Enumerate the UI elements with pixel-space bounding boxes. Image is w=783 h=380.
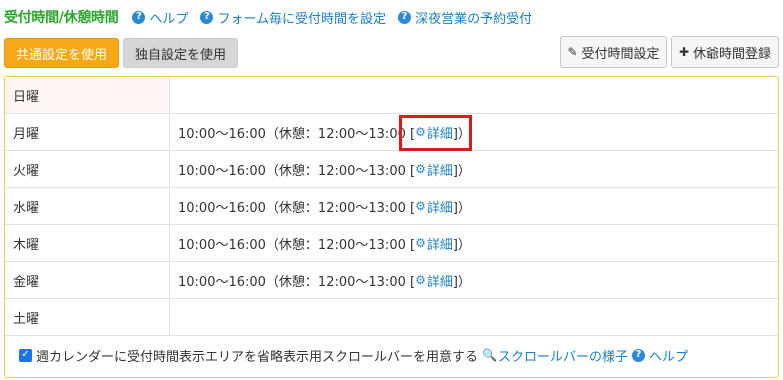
- scrollbar-preview-label: スクロールバーの様子: [497, 349, 628, 365]
- schedule-table: 日曜 月曜 10:00～16:00（休憩：12:00～13:00 [⚙ 詳細]） …: [5, 77, 778, 336]
- schedule-cell: 10:00～16:00（休憩：12:00～13:00 [⚙ 詳細]）: [170, 188, 778, 224]
- per-form-time-link-label: フォーム毎に受付時間を設定: [217, 11, 387, 27]
- help-circle-icon: ?: [200, 10, 214, 24]
- reception-time-settings-button[interactable]: ✎ 受付時間設定: [560, 36, 667, 68]
- schedule-text: 10:00～16:00（休憩：12:00～13:00 [: [178, 200, 416, 216]
- table-row: 火曜 10:00～16:00（休憩：12:00～13:00 [⚙ 詳細]）: [5, 151, 778, 188]
- footer-help-link[interactable]: ? ヘルプ: [631, 346, 688, 365]
- page-header: 受付時間/休憩時間 ? ヘルプ ? フォーム毎に受付時間を設定 ? 深夜営業の予約受付: [4, 6, 544, 28]
- late-night-link[interactable]: ? 深夜営業の予約受付: [398, 8, 532, 27]
- schedule-suffix: ]）: [452, 274, 471, 290]
- scrollbar-option-label[interactable]: 週カレンダーに受付時間表示エリアを省略表示用スクロールバーを用意する: [36, 346, 478, 365]
- holiday-time-register-button[interactable]: ✚ 休爺時間登録: [671, 36, 779, 68]
- help-link[interactable]: ? ヘルプ: [132, 8, 188, 27]
- detail-link-label: 詳細: [426, 200, 453, 216]
- schedule-suffix: ]）: [452, 237, 471, 253]
- detail-link[interactable]: ⚙ 詳細: [415, 197, 453, 216]
- table-row: 日曜: [5, 77, 778, 114]
- page-title: 受付時間/休憩時間: [4, 10, 119, 26]
- schedule-text: 10:00～16:00（休憩：12:00～13:00 [: [178, 237, 416, 253]
- help-circle-icon: ?: [631, 348, 645, 362]
- footer-help-label: ヘルプ: [648, 349, 688, 365]
- gear-icon: ⚙: [415, 162, 426, 176]
- help-circle-icon: ?: [398, 10, 412, 24]
- schedule-suffix: ]）: [452, 200, 471, 216]
- pencil-icon: ✎: [567, 45, 578, 59]
- highlight-box: [399, 115, 472, 151]
- schedule-text: 10:00～16:00（休憩：12:00～13:00 [: [178, 163, 416, 179]
- schedule-cell: [170, 299, 778, 335]
- day-label: 火曜: [5, 151, 170, 187]
- schedule-panel: 日曜 月曜 10:00～16:00（休憩：12:00～13:00 [⚙ 詳細]） …: [4, 76, 779, 378]
- help-circle-icon: ?: [132, 10, 146, 24]
- detail-link[interactable]: ⚙ 詳細: [415, 160, 453, 179]
- table-row: 月曜 10:00～16:00（休憩：12:00～13:00 [⚙ 詳細]）: [5, 114, 778, 151]
- magnifier-icon: 🔍: [482, 348, 497, 362]
- schedule-suffix: ]）: [452, 163, 471, 179]
- table-row: 水曜 10:00～16:00（休憩：12:00～13:00 [⚙ 詳細]）: [5, 188, 778, 225]
- day-label: 土曜: [5, 299, 170, 335]
- schedule-text: 10:00～16:00（休憩：12:00～13:00 [: [178, 126, 416, 142]
- help-link-label: ヘルプ: [149, 11, 189, 27]
- options-footer: ✓ 週カレンダーに受付時間表示エリアを省略表示用スクロールバーを用意する 🔍 スク…: [19, 345, 688, 365]
- reception-time-settings-label: 受付時間設定: [581, 46, 660, 62]
- plus-icon: ✚: [678, 45, 690, 59]
- holiday-time-register-label: 休爺時間登録: [693, 46, 772, 62]
- gear-icon: ⚙: [415, 273, 426, 287]
- schedule-cell: 10:00～16:00（休憩：12:00～13:00 [⚙ 詳細]）: [170, 262, 778, 298]
- use-own-settings-button[interactable]: 独自設定を使用: [123, 38, 238, 68]
- day-label: 日曜: [5, 77, 170, 113]
- detail-link[interactable]: ⚙ 詳細: [415, 271, 453, 290]
- per-form-time-link[interactable]: ? フォーム毎に受付時間を設定: [200, 8, 386, 27]
- gear-icon: ⚙: [415, 199, 426, 213]
- late-night-link-label: 深夜営業の予約受付: [415, 11, 533, 27]
- table-row: 木曜 10:00～16:00（休憩：12:00～13:00 [⚙ 詳細]）: [5, 225, 778, 262]
- scrollbar-preview-link[interactable]: 🔍 スクロールバーの様子: [482, 346, 628, 365]
- detail-link-label: 詳細: [426, 237, 453, 253]
- schedule-cell: [170, 77, 778, 113]
- day-label: 月曜: [5, 114, 170, 150]
- gear-icon: ⚙: [415, 236, 426, 250]
- day-label: 水曜: [5, 188, 170, 224]
- schedule-cell: 10:00～16:00（休憩：12:00～13:00 [⚙ 詳細]）: [170, 114, 778, 150]
- table-row: 金曜 10:00～16:00（休憩：12:00～13:00 [⚙ 詳細]）: [5, 262, 778, 299]
- schedule-cell: 10:00～16:00（休憩：12:00～13:00 [⚙ 詳細]）: [170, 151, 778, 187]
- use-common-settings-button[interactable]: 共通設定を使用: [4, 38, 119, 68]
- detail-link-label: 詳細: [426, 274, 453, 290]
- checkbox-icon[interactable]: ✓: [19, 348, 32, 362]
- table-row: 土曜: [5, 299, 778, 336]
- day-label: 木曜: [5, 225, 170, 261]
- detail-link[interactable]: ⚙ 詳細: [415, 234, 453, 253]
- schedule-text: 10:00～16:00（休憩：12:00～13:00 [: [178, 274, 416, 290]
- detail-link-label: 詳細: [426, 163, 453, 179]
- day-label: 金曜: [5, 262, 170, 298]
- schedule-cell: 10:00～16:00（休憩：12:00～13:00 [⚙ 詳細]）: [170, 225, 778, 261]
